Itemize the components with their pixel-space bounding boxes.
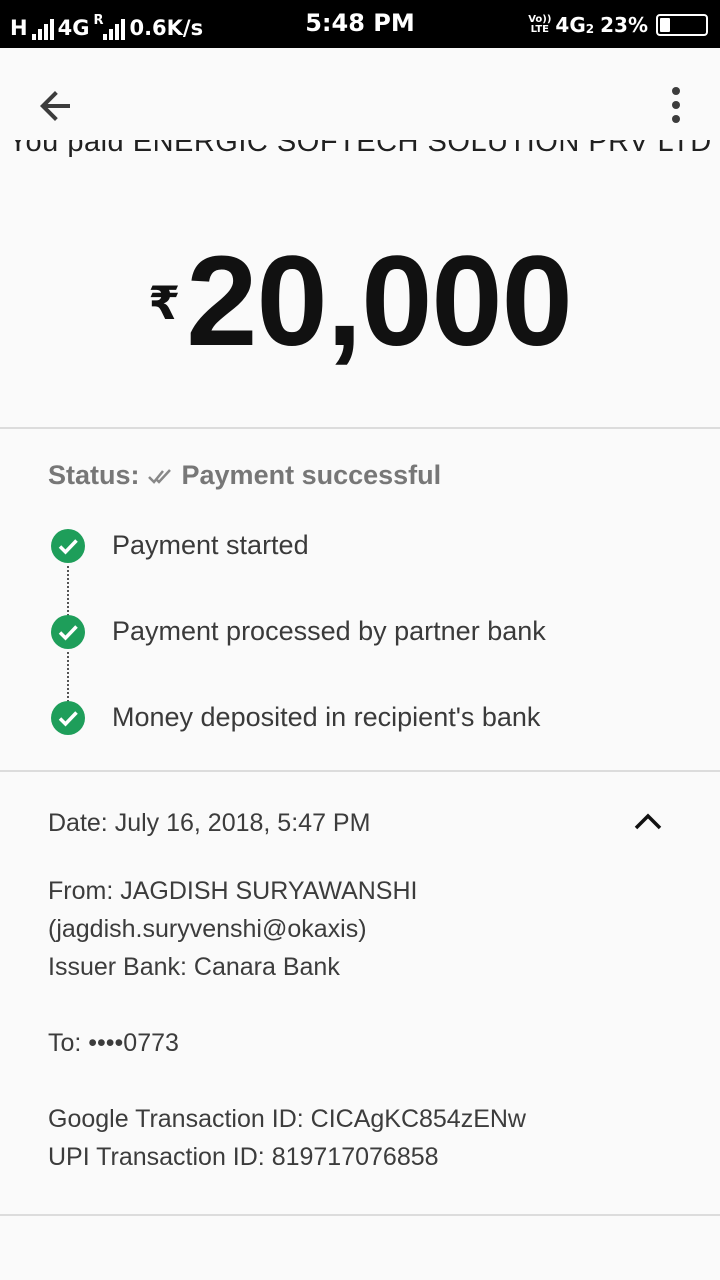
battery-icon [656, 14, 708, 36]
volte-bottom: LTE [530, 24, 549, 35]
check-circle-icon [51, 615, 85, 649]
battery-percent: 23% [600, 13, 648, 37]
upi-transaction-id: UPI Transaction ID: 819717076858 [48, 1143, 439, 1171]
amount-value: 20,000 [186, 230, 572, 373]
divider [0, 427, 720, 429]
timeline-step: Money deposited in recipient's bank [0, 700, 720, 744]
currency-symbol: ₹ [148, 277, 181, 329]
transaction-date: Date: July 16, 2018, 5:47 PM [48, 809, 371, 837]
arrow-back-icon[interactable] [32, 82, 80, 130]
timeline-step: Payment started [0, 528, 720, 572]
issuer-bank: Issuer Bank: Canara Bank [48, 953, 340, 981]
payee-text: You paid ENERGIC SOFTECH SOLUTION PRV LT… [8, 140, 712, 158]
timeline-connector [67, 566, 69, 616]
timeline-connector [67, 652, 69, 702]
sender-name: From: JAGDISH SURYAWANSHI [48, 877, 418, 905]
step-label: Money deposited in recipient's bank [112, 702, 541, 732]
transaction-ids: Google Transaction ID: CICAgKC854zENw UP… [48, 1100, 526, 1176]
chevron-up-icon[interactable] [632, 806, 664, 834]
more-vert-icon[interactable] [660, 82, 692, 130]
sender-info: From: JAGDISH SURYAWANSHI (jagdish.suryv… [48, 872, 417, 986]
sim-slot: 2 [585, 22, 595, 36]
system-status-bar: H 4G R 0.6K/s 5:48 PM Vo)) LTE 4G 2 23% [0, 0, 720, 48]
sender-vpa: (jagdish.suryvenshi@okaxis) [48, 915, 367, 943]
system-indicators: Vo)) LTE 4G 2 23% [528, 10, 708, 40]
step-label: Payment started [112, 530, 309, 560]
divider [0, 1214, 720, 1216]
status-label: Status: [48, 460, 140, 490]
payment-amount: ₹20,000 [0, 232, 720, 372]
payment-status: Status: Payment successful [48, 460, 441, 491]
double-check-icon [147, 468, 171, 484]
volte-icon: Vo)) LTE [528, 15, 551, 35]
status-value: Payment successful [181, 460, 442, 490]
timeline-step: Payment processed by partner bank [0, 614, 720, 658]
step-label: Payment processed by partner bank [112, 616, 546, 646]
check-circle-icon [51, 529, 85, 563]
battery-fill [660, 18, 670, 32]
check-circle-icon [51, 701, 85, 735]
divider [0, 770, 720, 772]
google-transaction-id: Google Transaction ID: CICAgKC854zENw [48, 1105, 526, 1133]
payee-heading: You paid ENERGIC SOFTECH SOLUTION PRV LT… [0, 140, 720, 170]
recipient-account: To: ••••0773 [48, 1029, 179, 1057]
network-type-3: 4G [555, 13, 586, 37]
